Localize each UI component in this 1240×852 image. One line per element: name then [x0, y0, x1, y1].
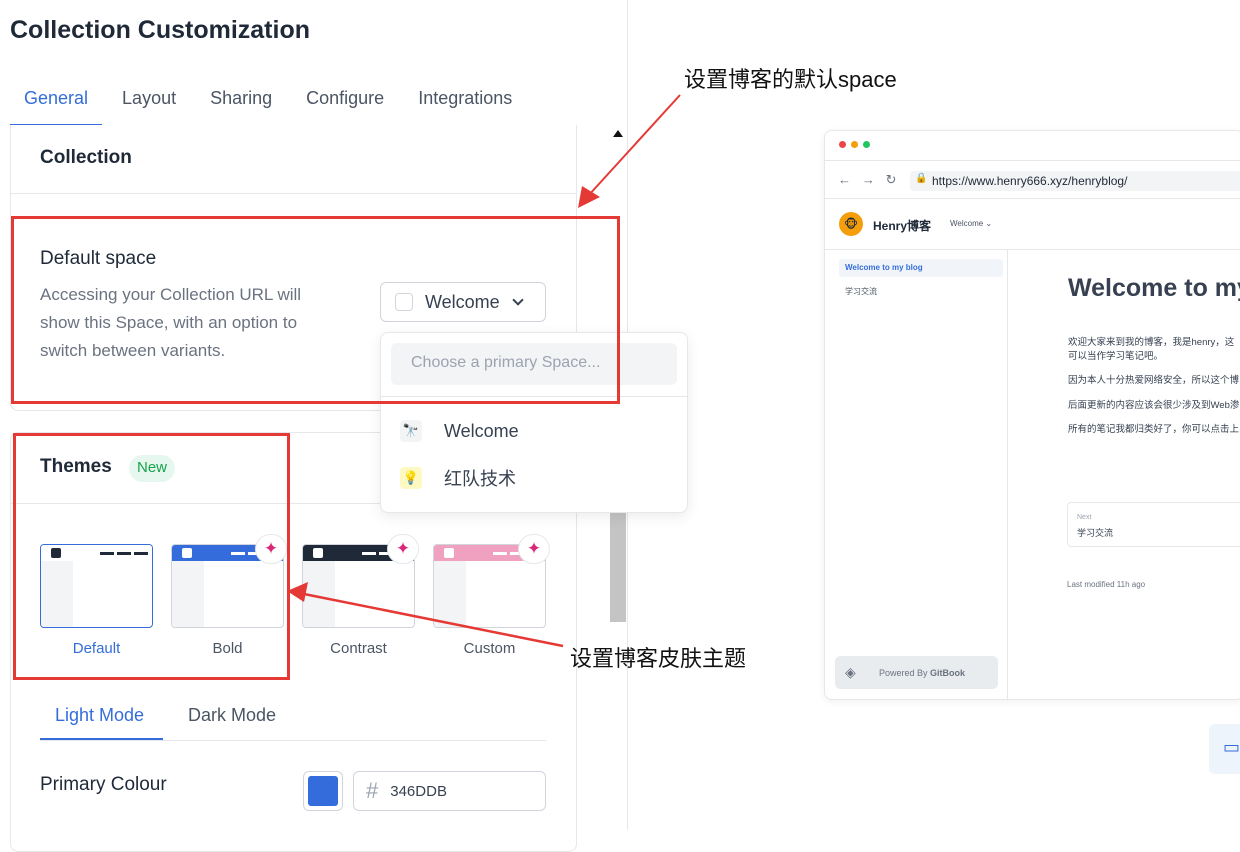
- close-dot: [839, 141, 846, 148]
- arrow-head: [578, 186, 600, 208]
- arrow-line: [303, 592, 564, 648]
- site-preview-window: [824, 130, 1240, 700]
- arrow-line: [587, 94, 681, 197]
- minimize-dot: [851, 141, 858, 148]
- preview-paragraph: 后面更新的内容应该会很少涉及到Web渗: [1068, 400, 1240, 411]
- gitbook-logo-icon: ◈: [845, 664, 856, 680]
- desktop-preview-button[interactable]: ▭: [1209, 724, 1240, 774]
- next-label: Next: [1077, 514, 1092, 521]
- maximize-dot: [863, 141, 870, 148]
- space-selector: Welcome ⌄: [950, 219, 993, 228]
- sidebar-item-welcome: Welcome to my blog: [845, 263, 923, 272]
- preview-paragraph: 欢迎大家来到我的博客，我是henry，这: [1068, 337, 1235, 348]
- space-selector-label: Welcome: [950, 219, 984, 228]
- powered-by-text: Powered By: [879, 667, 928, 678]
- browser-url-bar: https://www.henry666.xyz/henryblog/: [910, 171, 1240, 191]
- window-controls: [839, 141, 870, 148]
- annotation-default-space: 设置博客的默认space: [684, 67, 897, 92]
- divider: [825, 249, 1240, 250]
- avatar: 🐵: [839, 212, 863, 236]
- sidebar-item-study: 学习交流: [845, 287, 877, 296]
- powered-by-badge: Powered By GitBook: [835, 656, 998, 689]
- preview-heading: Welcome to my: [1068, 274, 1240, 302]
- gitbook-brand: GitBook: [930, 667, 966, 678]
- next-page-card: [1067, 502, 1240, 547]
- sidebar-divider: [1007, 250, 1008, 700]
- monitor-icon: ▭: [1223, 737, 1240, 757]
- preview-paragraph: 所有的笔记我都归类好了，你可以点击上: [1068, 424, 1240, 435]
- browser-nav-icons: ← → ↻: [838, 172, 897, 187]
- lock-icon: 🔒: [915, 173, 928, 184]
- annotation-theme: 设置博客皮肤主题: [570, 646, 747, 671]
- divider: [825, 198, 1240, 199]
- arrow-head: [287, 582, 308, 602]
- preview-paragraph: 因为本人十分热爱网络安全，所以这个博: [1068, 375, 1240, 386]
- site-name: Henry博客: [873, 219, 932, 233]
- next-title: 学习交流: [1077, 528, 1114, 538]
- divider: [825, 160, 1240, 161]
- preview-paragraph: 可以当作学习笔记吧。: [1068, 351, 1164, 362]
- last-modified: Last modified 11h ago: [1067, 580, 1146, 589]
